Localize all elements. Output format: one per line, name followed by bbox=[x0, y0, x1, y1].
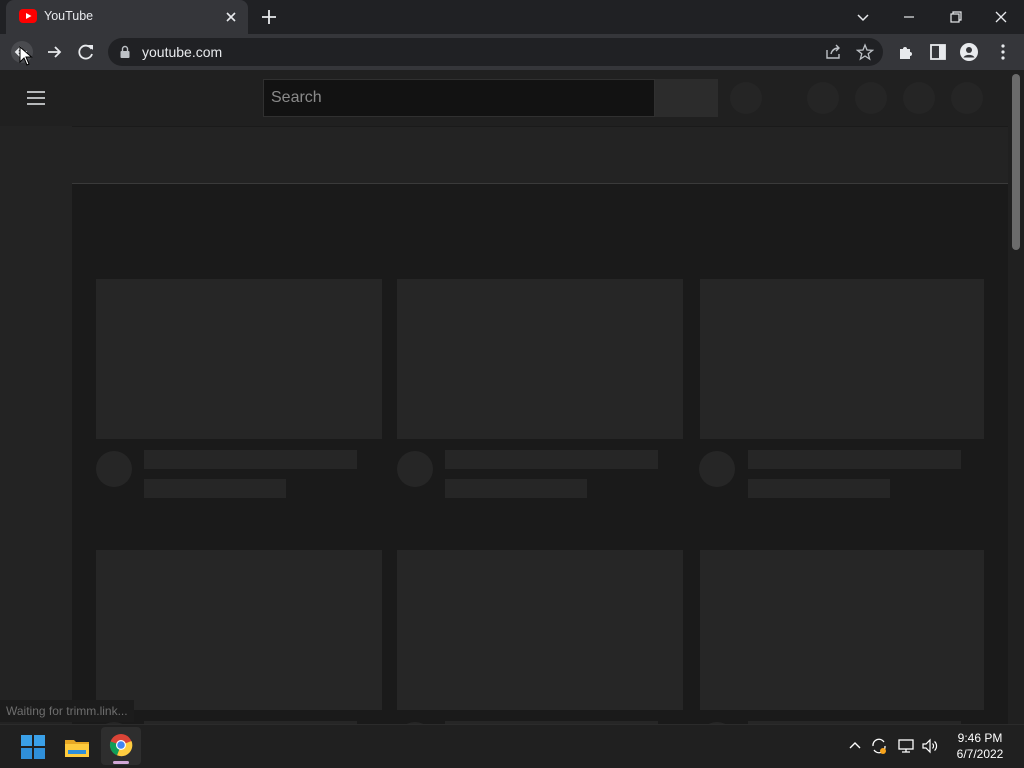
avatar-placeholder[interactable] bbox=[951, 82, 983, 114]
address-bar[interactable]: youtube.com bbox=[108, 38, 883, 66]
minimize-icon[interactable] bbox=[896, 5, 922, 29]
extensions-icon[interactable] bbox=[895, 41, 917, 63]
search-input[interactable] bbox=[263, 79, 655, 117]
clock-time: 9:46 PM bbox=[957, 731, 1003, 745]
taskbar-clock[interactable]: 9:46 PM 6/7/2022 bbox=[945, 730, 1015, 762]
channel-avatar-placeholder bbox=[397, 451, 433, 487]
running-app-indicator bbox=[113, 761, 129, 764]
voice-search-placeholder[interactable] bbox=[730, 82, 762, 114]
windows-start-icon[interactable] bbox=[20, 734, 46, 760]
header-icon-placeholder[interactable] bbox=[903, 82, 935, 114]
more-menu-icon[interactable] bbox=[992, 41, 1014, 63]
url-text[interactable]: youtube.com bbox=[142, 44, 222, 60]
thumbnail-placeholder bbox=[700, 279, 984, 439]
lock-icon[interactable] bbox=[118, 45, 132, 59]
channel-avatar-placeholder bbox=[699, 451, 735, 487]
tab-strip: YouTube bbox=[0, 0, 1024, 34]
thumbnail-placeholder bbox=[96, 550, 382, 710]
video-grid-skeleton bbox=[72, 184, 1008, 724]
bookmark-star-icon[interactable] bbox=[856, 43, 874, 61]
new-tab-icon[interactable] bbox=[259, 7, 279, 27]
browser-toolbar: youtube.com bbox=[0, 34, 1024, 70]
forward-icon[interactable] bbox=[43, 41, 65, 63]
header-icon-placeholder[interactable] bbox=[855, 82, 887, 114]
thumbnail-placeholder bbox=[700, 550, 984, 710]
title-placeholder bbox=[445, 450, 658, 469]
sync-icon[interactable] bbox=[870, 737, 888, 755]
youtube-icon bbox=[19, 9, 37, 23]
thumbnail-placeholder bbox=[96, 279, 382, 439]
meta-placeholder bbox=[748, 479, 890, 498]
share-icon[interactable] bbox=[824, 43, 842, 61]
clock-date: 6/7/2022 bbox=[956, 747, 1004, 761]
network-icon[interactable] bbox=[897, 737, 915, 755]
channel-avatar-placeholder bbox=[96, 451, 132, 487]
search-button[interactable] bbox=[655, 79, 718, 117]
tab-search-chevron-icon[interactable] bbox=[850, 5, 876, 29]
title-placeholder bbox=[144, 450, 357, 469]
meta-placeholder bbox=[445, 479, 587, 498]
restore-icon[interactable] bbox=[942, 5, 968, 29]
side-panel-icon[interactable] bbox=[927, 41, 949, 63]
tab-youtube[interactable]: YouTube bbox=[6, 0, 248, 34]
close-tab-icon[interactable] bbox=[223, 9, 239, 25]
title-placeholder bbox=[748, 450, 961, 469]
guide-sidebar bbox=[0, 126, 72, 724]
header-icon-placeholder[interactable] bbox=[807, 82, 839, 114]
meta-placeholder bbox=[144, 479, 286, 498]
profile-icon[interactable] bbox=[958, 41, 980, 63]
reload-icon[interactable] bbox=[75, 41, 97, 63]
scrollbar-thumb[interactable] bbox=[1012, 74, 1020, 250]
page-viewport: Waiting for trimm.link... bbox=[0, 70, 1024, 724]
chips-bar-placeholder bbox=[72, 127, 1008, 184]
chevron-up-icon[interactable] bbox=[846, 737, 864, 755]
mouse-cursor-icon bbox=[19, 46, 33, 66]
taskbar: 9:46 PM 6/7/2022 bbox=[0, 724, 1024, 768]
thumbnail-placeholder bbox=[397, 550, 683, 710]
thumbnail-placeholder bbox=[397, 279, 683, 439]
chrome-icon[interactable] bbox=[109, 733, 133, 757]
tab-title: YouTube bbox=[44, 9, 94, 23]
close-window-icon[interactable] bbox=[988, 5, 1014, 29]
youtube-header bbox=[0, 70, 1008, 126]
hamburger-menu-icon[interactable] bbox=[24, 88, 48, 108]
status-bubble: Waiting for trimm.link... bbox=[0, 700, 134, 722]
volume-icon[interactable] bbox=[921, 737, 939, 755]
file-explorer-icon[interactable] bbox=[64, 734, 90, 760]
